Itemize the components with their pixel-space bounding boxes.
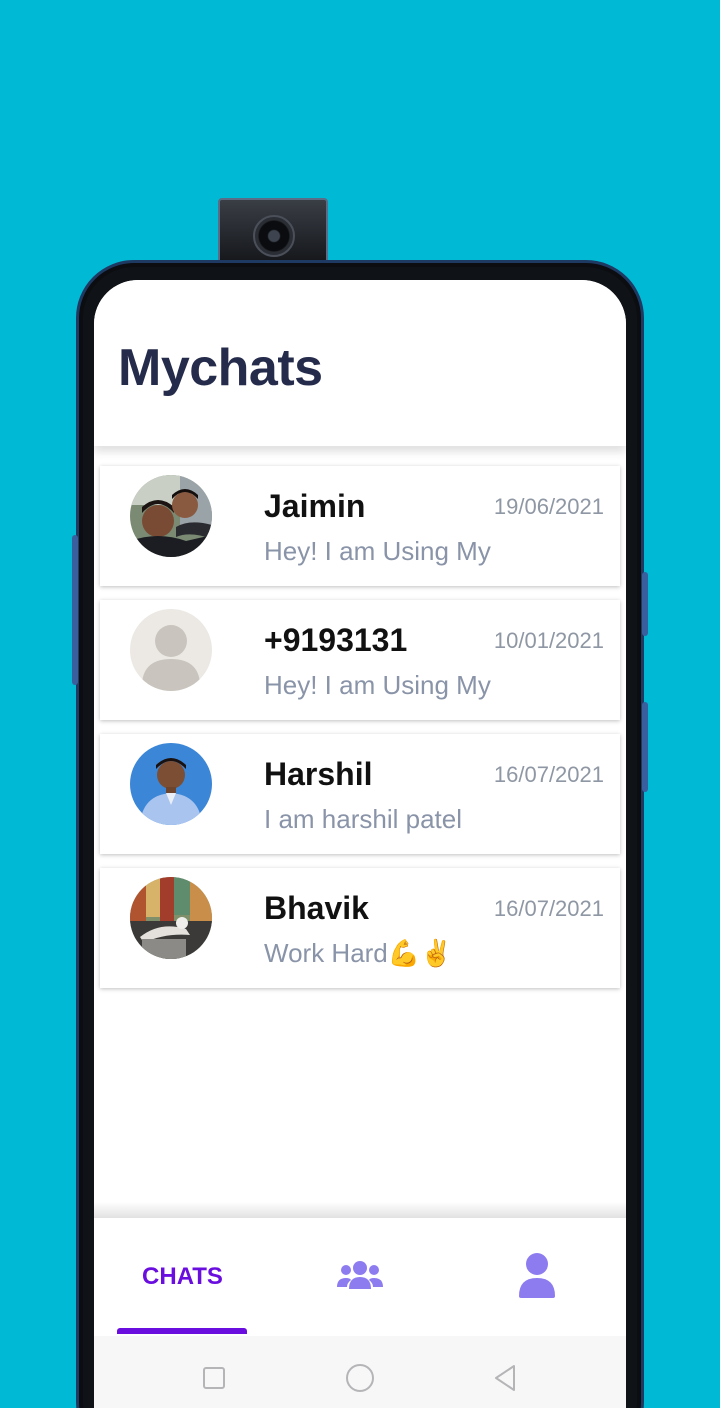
- chat-last-message: Work Hard💪✌: [264, 938, 453, 968]
- phone-power-button: [642, 702, 648, 792]
- phone-side-button-left: [72, 535, 78, 685]
- chat-item-bhavik[interactable]: Bhavik 16/07/2021 Work Hard💪✌: [100, 868, 620, 988]
- popup-camera: [218, 198, 328, 264]
- tab-groups[interactable]: [271, 1218, 448, 1336]
- tab-active-indicator: [117, 1328, 247, 1334]
- chat-last-message: Hey! I am Using My: [264, 536, 491, 566]
- back-button[interactable]: [486, 1358, 526, 1398]
- page-title: Mychats: [118, 339, 323, 397]
- avatar: [130, 475, 212, 557]
- chat-list: Jaimin 19/06/2021 Hey! I am Using My +91…: [100, 466, 620, 1002]
- avatar: [130, 877, 212, 959]
- default-avatar-icon: [130, 609, 212, 691]
- chat-item-harshil[interactable]: Harshil 16/07/2021 I am harshil patel: [100, 734, 620, 854]
- app-screen: Mychats Jaimin 19/06/2021 Hey! I am Usin…: [94, 280, 626, 1408]
- chat-name: Bhavik: [264, 890, 369, 926]
- avatar: [130, 743, 212, 825]
- chat-last-message: I am harshil patel: [264, 804, 462, 834]
- chat-date: 16/07/2021: [493, 762, 604, 787]
- tab-profile[interactable]: [448, 1218, 625, 1336]
- chat-name: +9193131: [264, 622, 408, 658]
- chat-item-9193131[interactable]: +9193131 10/01/2021 Hey! I am Using My: [100, 600, 620, 720]
- camera-lens: [253, 215, 295, 257]
- groups-icon: [336, 1259, 383, 1295]
- home-button[interactable]: [340, 1358, 380, 1398]
- app-header: Mychats: [94, 280, 626, 446]
- profile-icon: [518, 1252, 555, 1302]
- chat-name: Jaimin: [264, 488, 366, 524]
- chat-last-message: Hey! I am Using My: [264, 670, 491, 700]
- phone-volume-button: [642, 572, 648, 636]
- system-nav-bar: [94, 1336, 626, 1408]
- chat-date: 16/07/2021: [493, 896, 604, 921]
- chat-item-jaimin[interactable]: Jaimin 19/06/2021 Hey! I am Using My: [100, 466, 620, 586]
- recents-button[interactable]: [194, 1358, 234, 1398]
- tab-chats[interactable]: CHATS: [94, 1218, 271, 1336]
- tab-chats-label: CHATS: [142, 1263, 223, 1290]
- chat-date: 10/01/2021: [493, 628, 604, 653]
- bottom-tab-bar: CHATS: [94, 1218, 626, 1336]
- chat-date: 19/06/2021: [493, 494, 604, 519]
- chat-name: Harshil: [264, 756, 373, 792]
